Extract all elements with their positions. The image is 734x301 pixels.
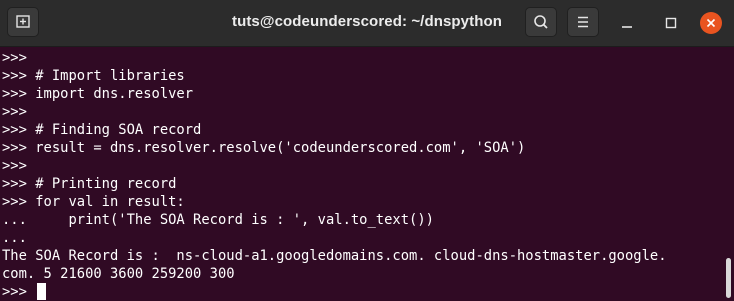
terminal-line: >>> # Import libraries	[2, 68, 185, 84]
close-button[interactable]	[700, 12, 722, 34]
text-cursor	[37, 283, 46, 300]
hamburger-menu-icon	[578, 16, 588, 28]
minimize-icon	[622, 26, 632, 28]
maximize-button[interactable]	[660, 12, 682, 34]
maximize-icon	[665, 17, 677, 29]
close-icon	[706, 18, 716, 28]
terminal-output[interactable]: >>> >>> # Import libraries >>> import dn…	[0, 47, 724, 301]
terminal-line: >>> import dns.resolver	[2, 86, 194, 102]
terminal-line: >>>	[2, 50, 27, 66]
terminal-line: The SOA Record is : ns-cloud-a1.googledo…	[2, 248, 667, 264]
terminal-line: >>> # Finding SOA record	[2, 122, 202, 138]
search-button[interactable]	[525, 7, 557, 37]
terminal-line: >>> for val in result:	[2, 194, 185, 210]
terminal-line: >>> # Printing record	[2, 176, 177, 192]
title-bar: tuts@codeunderscored: ~/dnspython	[0, 0, 734, 47]
menu-button[interactable]	[567, 7, 599, 37]
terminal-line: >>>	[2, 104, 27, 120]
terminal-line: >>>	[2, 158, 27, 174]
terminal-line: >>> result = dns.resolver.resolve('codeu…	[2, 140, 526, 156]
terminal-line: com. 5 21600 3600 259200 300	[2, 266, 235, 282]
terminal-line: ... print('The SOA Record is : ', val.to…	[2, 212, 434, 228]
terminal-line: ...	[2, 230, 27, 246]
minimize-button[interactable]	[616, 12, 638, 34]
terminal-prompt[interactable]: >>>	[2, 283, 35, 301]
search-icon	[534, 15, 548, 29]
scrollbar[interactable]	[726, 258, 731, 298]
terminal-window: tuts@codeunderscored: ~/dnspython >>> >>…	[0, 0, 734, 301]
